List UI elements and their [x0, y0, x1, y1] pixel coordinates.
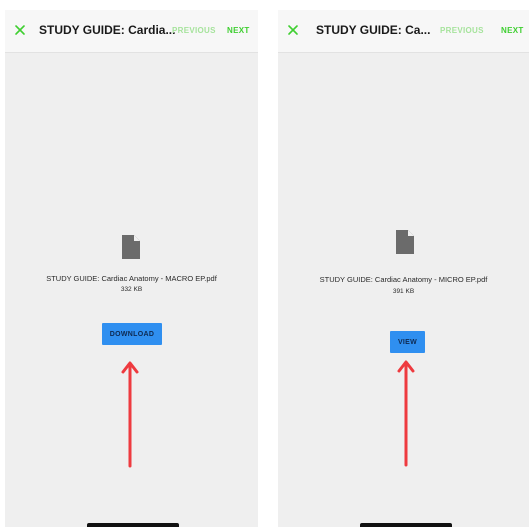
download-button[interactable]: DOWNLOAD — [102, 323, 162, 345]
page-title: STUDY GUIDE: Ca... — [316, 23, 431, 37]
close-icon[interactable] — [286, 23, 300, 37]
top-bar: STUDY GUIDE: Ca... PREVIOUS NEXT — [278, 10, 529, 53]
file-name: STUDY GUIDE: Cardiac Anatomy - MICRO EP.… — [319, 275, 488, 284]
file-size: 391 KB — [392, 288, 415, 295]
next-button[interactable]: NEXT — [501, 26, 524, 35]
arrow-up-icon — [397, 360, 415, 467]
previous-button[interactable]: PREVIOUS — [440, 26, 484, 35]
close-icon[interactable] — [13, 23, 27, 37]
file-name: STUDY GUIDE: Cardiac Anatomy - MACRO EP.… — [46, 274, 217, 283]
home-indicator — [87, 523, 179, 527]
home-indicator — [360, 523, 452, 527]
page-title: STUDY GUIDE: Cardia... — [39, 23, 176, 37]
top-bar: STUDY GUIDE: Cardia... PREVIOUS NEXT — [5, 10, 258, 53]
file-icon — [122, 235, 140, 259]
previous-button[interactable]: PREVIOUS — [172, 26, 216, 35]
right-screen: STUDY GUIDE: Ca... PREVIOUS NEXT STUDY G… — [278, 10, 529, 527]
view-button[interactable]: VIEW — [390, 331, 425, 353]
next-button[interactable]: NEXT — [227, 26, 250, 35]
left-screen: STUDY GUIDE: Cardia... PREVIOUS NEXT STU… — [5, 10, 258, 527]
arrow-up-icon — [121, 361, 139, 468]
file-size: 332 KB — [120, 286, 143, 293]
file-icon — [396, 230, 414, 254]
